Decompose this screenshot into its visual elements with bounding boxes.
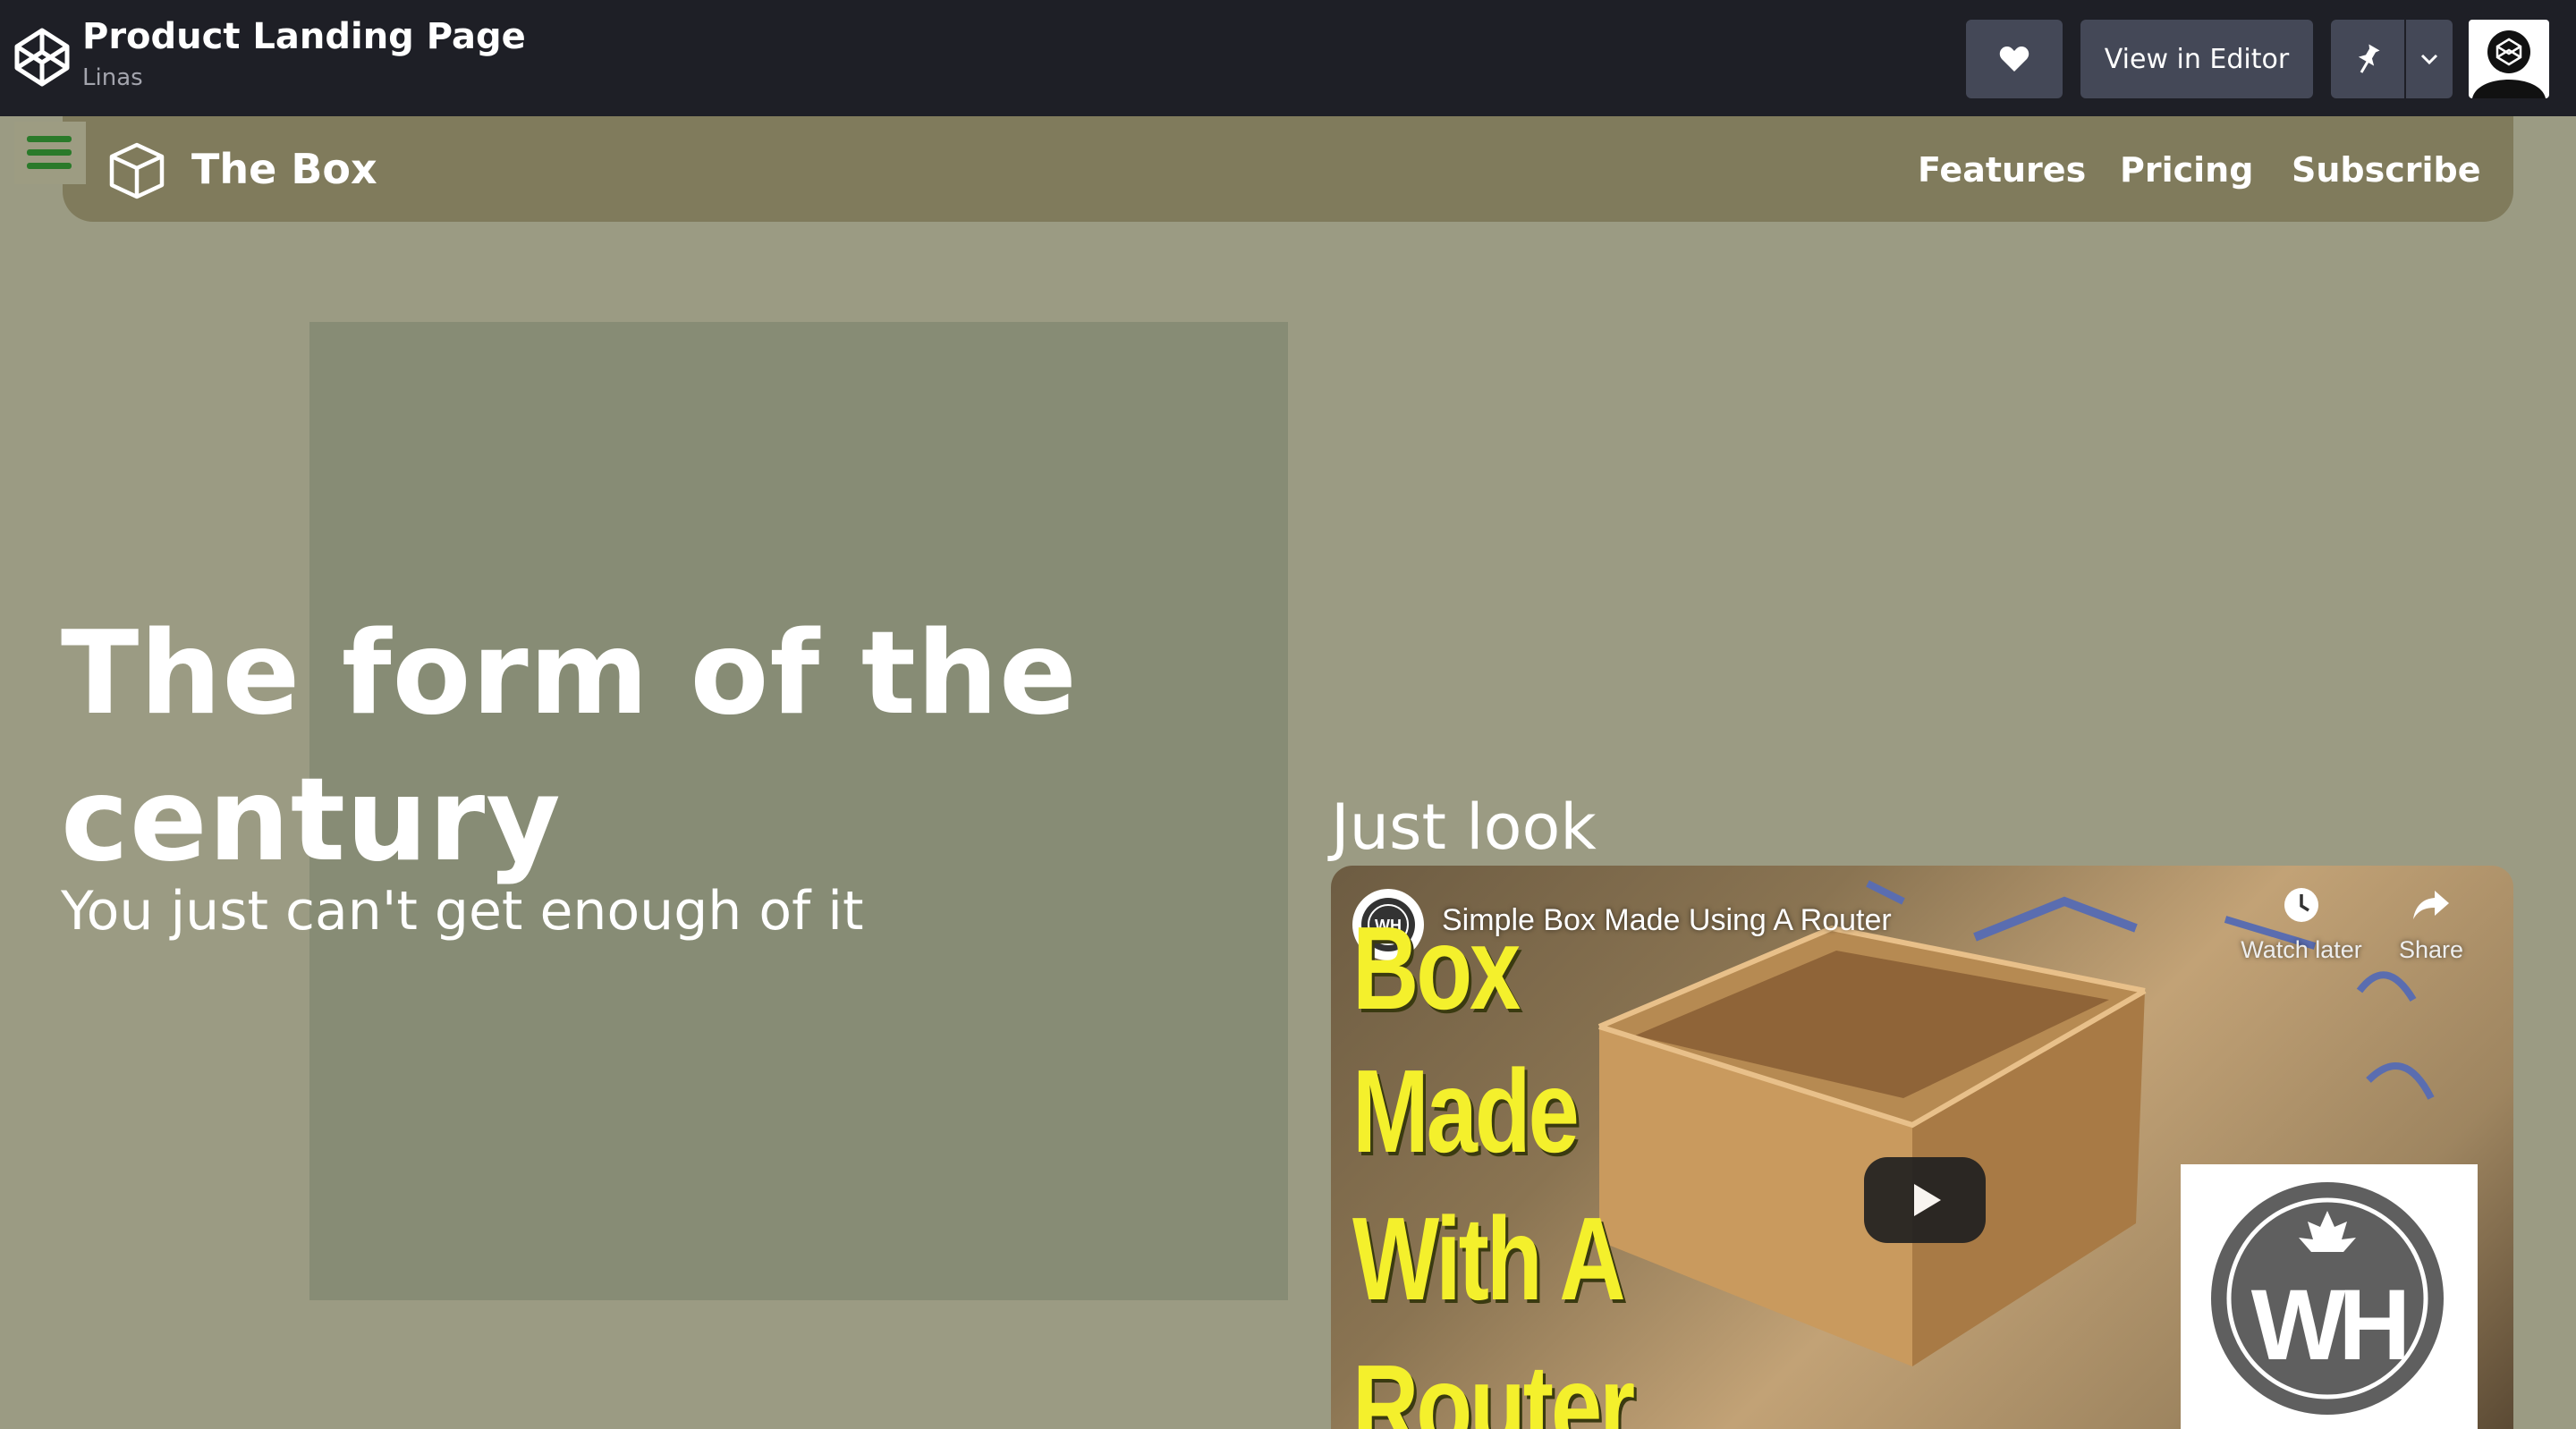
watch-later-label: Watch later: [2241, 936, 2362, 963]
share-button[interactable]: Share: [2386, 885, 2476, 964]
thumbnail-text-line: Made: [1352, 1045, 1580, 1177]
brand-name[interactable]: The Box: [191, 145, 377, 193]
thumbnail-text-line: Router: [1352, 1340, 1635, 1429]
pen-title: Product Landing Page: [82, 16, 526, 57]
pen-author[interactable]: Linas: [82, 64, 143, 91]
codepen-logo-icon[interactable]: [13, 25, 72, 89]
clock-icon: [2284, 888, 2318, 922]
thumbnail-text-line: With A: [1352, 1193, 1626, 1324]
nav-link-features[interactable]: Features: [1918, 150, 2086, 190]
video-heading: Just look: [1331, 791, 1597, 864]
heart-button[interactable]: [1966, 20, 2063, 98]
wh-logo: WH: [2211, 1182, 2444, 1415]
share-label: Share: [2398, 936, 2464, 963]
channel-logo-panel: WH: [2181, 1164, 2478, 1429]
codepen-topbar: Product Landing Page Linas View in Edito…: [0, 0, 2576, 116]
heart-icon: [1999, 47, 2029, 72]
pin-icon: [2358, 44, 2380, 73]
play-button[interactable]: [1864, 1157, 1986, 1243]
pin-options-button[interactable]: [2406, 20, 2453, 98]
video-player[interactable]: WH Simple Box Made Using A Router Watch …: [1331, 866, 2513, 1429]
cube-icon: [109, 142, 165, 199]
pin-button[interactable]: [2331, 20, 2404, 98]
share-icon: [2413, 891, 2449, 919]
wh-logo-text: WH: [2251, 1269, 2405, 1381]
avatar[interactable]: [2469, 20, 2549, 98]
view-in-editor-button[interactable]: View in Editor: [2080, 20, 2313, 98]
nav-link-pricing[interactable]: Pricing: [2120, 150, 2253, 190]
nav-link-subscribe[interactable]: Subscribe: [2292, 150, 2481, 190]
site-nav: The Box Features Pricing Subscribe: [63, 116, 2513, 222]
hero-title: The form of the century: [61, 607, 1078, 887]
hamburger-icon[interactable]: [14, 122, 86, 184]
chevron-down-icon: [2420, 54, 2438, 65]
play-icon: [1914, 1184, 1941, 1216]
watch-later-button[interactable]: Watch later: [2225, 885, 2377, 964]
hero-subtitle: You just can't get enough of it: [61, 880, 864, 943]
thumbnail-text-line: Box: [1352, 902, 1521, 1034]
